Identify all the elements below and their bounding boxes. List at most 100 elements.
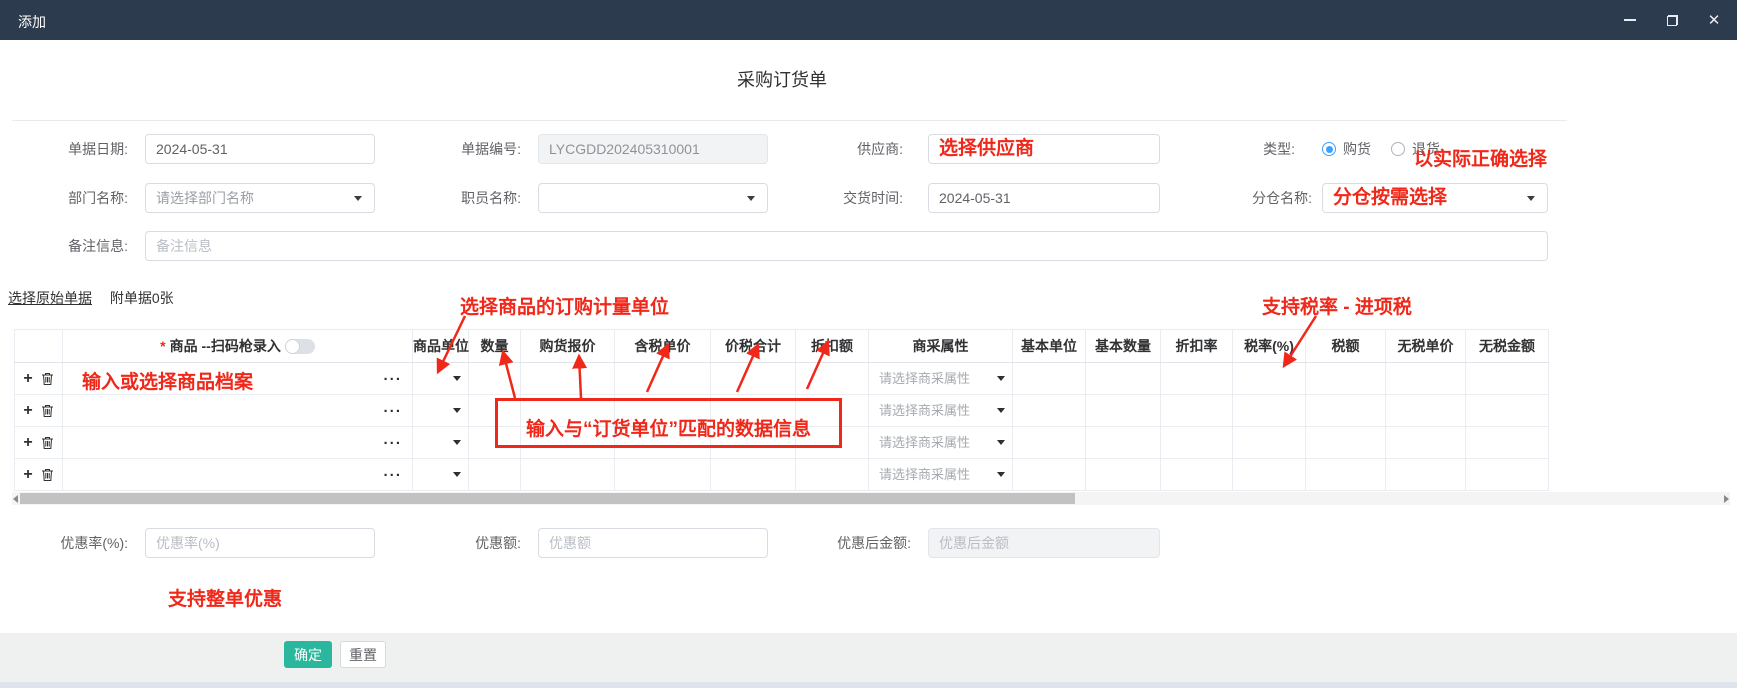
- attr-cell[interactable]: 请选择商采属性: [869, 459, 1013, 491]
- remark-input[interactable]: [145, 231, 1548, 261]
- close-button[interactable]: ✕: [1701, 7, 1727, 33]
- department-label: 部门名称:: [0, 183, 128, 213]
- col-header-base-unit: 基本单位: [1013, 330, 1086, 363]
- tax-rate-cell[interactable]: [1233, 459, 1306, 491]
- base-unit-cell: [1013, 363, 1086, 395]
- department-select[interactable]: 请选择部门名称: [145, 183, 375, 213]
- total-cell[interactable]: [711, 459, 796, 491]
- discount-amount-input[interactable]: [538, 528, 768, 558]
- scroll-left-icon[interactable]: [13, 495, 18, 503]
- window-title: 添加: [18, 12, 46, 32]
- delivery-date-input[interactable]: [928, 183, 1160, 213]
- base-unit-cell: [1013, 427, 1086, 459]
- attr-cell[interactable]: 请选择商采属性: [869, 427, 1013, 459]
- discount-amt-cell[interactable]: [796, 459, 869, 491]
- employee-select[interactable]: [538, 183, 768, 213]
- employee-label: 职员名称:: [380, 183, 521, 213]
- product-picker-button[interactable]: ...: [383, 367, 402, 384]
- tax-rate-cell[interactable]: [1233, 363, 1306, 395]
- discount-rate-cell[interactable]: [1161, 395, 1233, 427]
- unit-cell[interactable]: [413, 363, 469, 395]
- discount-rate-cell[interactable]: [1161, 363, 1233, 395]
- unit-cell[interactable]: [413, 459, 469, 491]
- remark-label: 备注信息:: [0, 231, 128, 261]
- confirm-button[interactable]: 确定: [284, 641, 332, 668]
- final-amount-label: 优惠后金额:: [760, 528, 911, 558]
- window-controls: ✕: [1617, 0, 1727, 40]
- total-cell[interactable]: [711, 363, 796, 395]
- base-qty-cell: [1086, 363, 1161, 395]
- unit-cell[interactable]: [413, 427, 469, 459]
- taxed-price-cell[interactable]: [615, 363, 711, 395]
- col-header-taxed-price: 含税单价: [615, 330, 711, 363]
- base-qty-cell: [1086, 395, 1161, 427]
- qty-cell[interactable]: [469, 363, 521, 395]
- discount-amt-cell[interactable]: [796, 363, 869, 395]
- select-original-doc-link[interactable]: 选择原始单据: [8, 290, 92, 306]
- doc-date-input[interactable]: [145, 134, 375, 164]
- attr-cell[interactable]: 请选择商采属性: [869, 363, 1013, 395]
- reset-button[interactable]: 重置: [340, 641, 386, 668]
- unit-match-annotation-box: 输入与“订货单位”匹配的数据信息: [495, 398, 842, 448]
- links-row: 选择原始单据 附单据0张: [8, 288, 174, 308]
- product-cell[interactable]: ...: [63, 395, 413, 427]
- delete-row-icon[interactable]: [41, 436, 54, 450]
- product-column-header: * 商品 --扫码枪录入: [63, 330, 413, 363]
- chevron-down-icon: [997, 440, 1005, 445]
- barcode-scan-toggle[interactable]: [285, 339, 315, 354]
- discount-rate-cell[interactable]: [1161, 459, 1233, 491]
- untaxed-price-cell: [1386, 427, 1466, 459]
- delete-row-icon[interactable]: [41, 404, 54, 418]
- scroll-right-icon[interactable]: [1724, 495, 1729, 503]
- minimize-button[interactable]: [1617, 7, 1643, 33]
- taxed-price-cell[interactable]: [615, 459, 711, 491]
- base-qty-cell: [1086, 427, 1161, 459]
- product-annotation: 输入或选择商品档案: [82, 367, 253, 394]
- chevron-down-icon: [997, 376, 1005, 381]
- product-cell[interactable]: ...: [63, 427, 413, 459]
- col-header-untaxed-price: 无税单价: [1386, 330, 1466, 363]
- delete-row-icon[interactable]: [41, 468, 54, 482]
- tax-amt-cell: [1306, 459, 1386, 491]
- discount-rate-label: 优惠率(%):: [0, 528, 128, 558]
- scrollbar-thumb[interactable]: [20, 493, 1075, 504]
- final-amount-input: [928, 528, 1160, 558]
- delete-row-icon[interactable]: [41, 372, 54, 386]
- radio-selected-icon: [1322, 142, 1336, 156]
- untaxed-amt-cell: [1466, 427, 1549, 459]
- product-cell[interactable]: ...: [63, 459, 413, 491]
- supplier-input[interactable]: 选择供应商: [928, 134, 1160, 164]
- unit-cell[interactable]: [413, 395, 469, 427]
- icons-column-header: [15, 330, 63, 363]
- chevron-down-icon: [997, 408, 1005, 413]
- qty-cell[interactable]: [469, 459, 521, 491]
- add-row-icon[interactable]: +: [23, 467, 32, 483]
- product-picker-button[interactable]: ...: [383, 431, 402, 448]
- chevron-down-icon: [1527, 196, 1535, 201]
- product-picker-button[interactable]: ...: [383, 463, 402, 480]
- tax-rate-cell[interactable]: [1233, 427, 1306, 459]
- discount-rate-cell[interactable]: [1161, 427, 1233, 459]
- quote-cell[interactable]: [521, 363, 615, 395]
- radio-purchase[interactable]: 购货: [1322, 139, 1371, 159]
- quote-cell[interactable]: [521, 459, 615, 491]
- warehouse-select[interactable]: 分仓按需选择: [1322, 183, 1548, 213]
- add-row-icon[interactable]: +: [23, 403, 32, 419]
- table-header-row: * 商品 --扫码枪录入 商品单位 数量 购货报价 含税单价 价税合计 折扣额 …: [15, 330, 1549, 363]
- discount-rate-input[interactable]: [145, 528, 375, 558]
- col-header-quote: 购货报价: [521, 330, 615, 363]
- attr-cell[interactable]: 请选择商采属性: [869, 395, 1013, 427]
- doc-no-label: 单据编号:: [380, 134, 521, 164]
- tax-rate-cell[interactable]: [1233, 395, 1306, 427]
- restore-button[interactable]: [1659, 7, 1685, 33]
- product-picker-button[interactable]: ...: [383, 399, 402, 416]
- col-header-total: 价税合计: [711, 330, 796, 363]
- type-label: 类型:: [1140, 134, 1295, 164]
- base-unit-cell: [1013, 459, 1086, 491]
- chevron-down-icon: [453, 408, 461, 413]
- untaxed-amt-cell: [1466, 395, 1549, 427]
- chevron-down-icon: [453, 472, 461, 477]
- add-row-icon[interactable]: +: [23, 435, 32, 451]
- untaxed-price-cell: [1386, 363, 1466, 395]
- add-row-icon[interactable]: +: [23, 371, 32, 387]
